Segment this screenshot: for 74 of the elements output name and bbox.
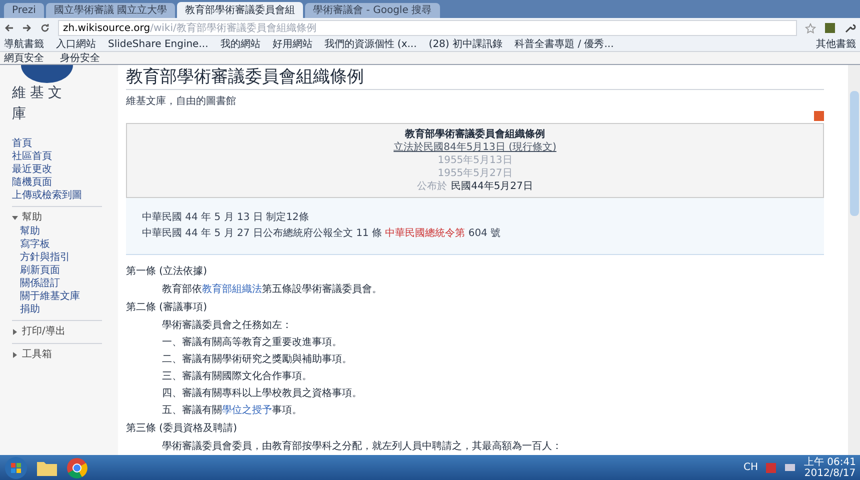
nav-link[interactable]: 隨機頁面: [12, 176, 52, 189]
collapsed-arrow-icon: [12, 352, 18, 358]
nav-link[interactable]: 上傳或檢索到圖: [12, 189, 82, 202]
bookmark-link[interactable]: 好用網站: [272, 37, 312, 52]
history-date: 1955年5月27日: [438, 167, 512, 180]
article-link[interactable]: 學位之授予: [222, 405, 272, 416]
nav-link[interactable]: 社區首頁: [12, 150, 52, 163]
language-indicator[interactable]: CH: [743, 460, 758, 475]
article-text: 教育部依教育部組織法第五條設學術審議委員會。: [162, 282, 382, 297]
page-subtitle: 維基文庫，自由的圖書館: [126, 94, 237, 109]
scrollbar[interactable]: [848, 65, 860, 455]
browser-tab[interactable]: Prezi: [4, 3, 44, 18]
article-heading: 第一條 (立法依據): [126, 264, 208, 279]
section-label: 幫助: [22, 211, 42, 225]
article-heading: 第二條 (審議事項): [126, 300, 208, 315]
article-text: 五、審議有關學位之授予事項。: [162, 404, 302, 418]
nav-link[interactable]: 刷新頁面: [20, 264, 60, 277]
article-text: 二、審議有關學術研究之獎勵與補助事項。: [162, 352, 352, 367]
article-link[interactable]: 教育部組織法: [202, 284, 262, 295]
nav-link[interactable]: 首頁: [12, 137, 32, 150]
bookmark-link[interactable]: 科普全書專題 / 優秀...: [514, 37, 614, 52]
bookmark-link[interactable]: 入口網站: [56, 37, 96, 52]
published-label: 公布於: [417, 180, 448, 193]
extension-icon[interactable]: [824, 22, 836, 34]
article-text: 四、審議有關專科以上學校教員之資格事項。: [162, 386, 362, 401]
nav-link[interactable]: 捐助: [20, 303, 40, 316]
section-label: 工具箱: [22, 348, 52, 362]
section-toggle[interactable]: 打印/導出: [12, 325, 66, 339]
enacted-date: 立法於民國84年5月13日 (現行條文): [394, 141, 556, 154]
browser-tab[interactable]: 教育部學術審議委員會組: [177, 2, 304, 18]
bookmark-link[interactable]: 導航書籤: [4, 37, 44, 52]
forward-icon[interactable]: [22, 23, 32, 33]
nav-link[interactable]: 方針與指引: [20, 251, 70, 264]
expanded-arrow-icon: [12, 215, 18, 221]
article-text: 三、審議有關國際文化合作事項。: [162, 370, 312, 384]
nav-link[interactable]: 幫助: [20, 225, 40, 238]
logo-text[interactable]: 維基文庫: [12, 83, 82, 125]
toolbar-button[interactable]: 網頁安全: [4, 50, 44, 66]
clock-date[interactable]: 2012/8/17: [804, 468, 856, 478]
chrome-icon[interactable]: [66, 456, 88, 478]
toolbar-button[interactable]: 身份安全: [60, 50, 100, 66]
article-text: 一、審議有關高等教育之重要改進事項。: [162, 336, 342, 350]
article-heading: 第三條 (委員資格及聘請): [126, 422, 238, 436]
nav-link[interactable]: 關係證訂: [20, 277, 60, 290]
bookmark-link[interactable]: (28) 初中課訊錄: [428, 37, 503, 52]
section-toggle[interactable]: 工具箱: [12, 348, 52, 362]
clock-time[interactable]: 上午 06:41: [804, 456, 856, 468]
box-title: 教育部學術審議委員會組織條例: [405, 128, 545, 141]
page-title: 教育部學術審議委員會組織條例: [126, 65, 824, 90]
section-toggle[interactable]: 幫助: [12, 211, 42, 225]
network-icon[interactable]: [784, 462, 796, 472]
history-date: 1955年5月13日: [438, 154, 512, 167]
start-icon[interactable]: [4, 456, 28, 480]
bookmark-link[interactable]: SlideShare Engine...: [108, 37, 208, 52]
browser-tab[interactable]: 國立學術審議 國立立大學: [46, 3, 176, 18]
history-entry: 中華民國 44 年 5 月 13 日 制定12條: [142, 210, 310, 225]
star-icon[interactable]: [805, 22, 816, 34]
globe-logo-icon: [19, 65, 75, 83]
bookmark-link[interactable]: 我們的資源個性 (x...: [324, 37, 417, 52]
reload-icon[interactable]: [40, 23, 50, 33]
bookmark-link[interactable]: 其他書籤: [816, 37, 856, 52]
back-icon[interactable]: [4, 23, 14, 33]
collapsed-arrow-icon: [12, 329, 18, 335]
nav-link[interactable]: 寫字板: [20, 238, 50, 251]
published-date: 民國44年5月27日: [451, 180, 533, 193]
history-entry: 中華民國 44 年 5 月 27 日公布總統府公報全文 11 條 中華民國總統令第 604 號: [142, 226, 502, 241]
article-text: 學術審議委員會委員，由教育部按學科之分配，就左列人員中聘請之，其最高額為一百人：: [162, 440, 562, 454]
address-bar[interactable]: zh.wikisource.org/wiki/教育部學術審議委員會組織條例: [58, 20, 797, 36]
bookmark-link[interactable]: 我的網站: [220, 37, 260, 52]
nav-link[interactable]: 最近更改: [12, 163, 52, 176]
nav-link[interactable]: 關于維基文庫: [20, 290, 80, 303]
article-text: 學術審議委員會之任務如左：: [162, 318, 292, 333]
browser-tab[interactable]: 學術審議會 - Google 搜尋: [305, 3, 440, 18]
section-label: 打印/導出: [22, 325, 66, 339]
